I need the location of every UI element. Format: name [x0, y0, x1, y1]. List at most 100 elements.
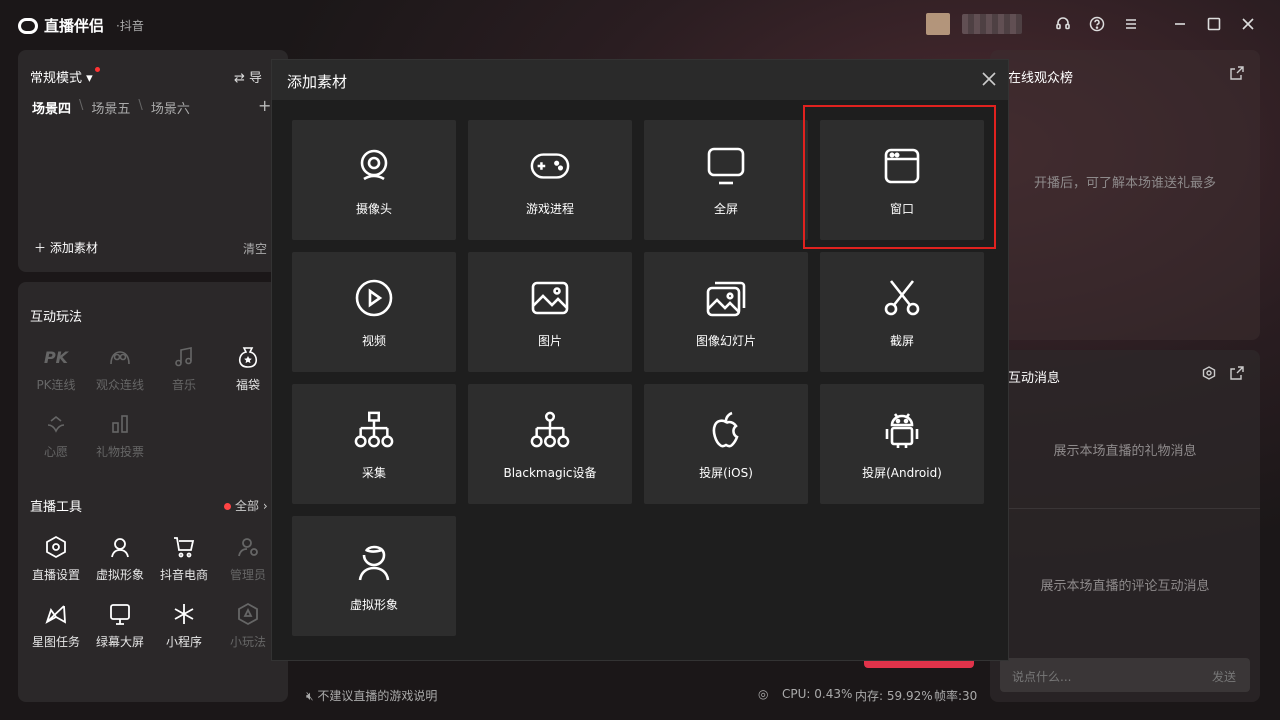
all-label: 全部 — [235, 499, 260, 513]
window-icon — [882, 146, 922, 186]
tile-slideshow[interactable]: 图像幻灯片 — [644, 252, 808, 372]
app-logo: 直播伴侣 ·抖音 — [18, 15, 144, 36]
avatar-icon — [107, 534, 133, 560]
audience-link-icon — [107, 344, 133, 370]
monitor-icon — [706, 146, 746, 186]
tab-separator: \ — [138, 98, 143, 113]
send-button[interactable]: 发送 — [1212, 668, 1236, 685]
item-label: 小程序 — [165, 635, 202, 649]
android-icon — [882, 410, 922, 450]
start-live-button[interactable] — [864, 660, 974, 668]
game-tip-link[interactable]: 🔇︎ 不建议直播的游戏说明 — [306, 687, 437, 704]
tile-screenshot[interactable]: 截屏 — [820, 252, 984, 372]
tile-virtual-avatar[interactable]: 虚拟形象 — [292, 516, 456, 636]
tile-label: 虚拟形象 — [349, 598, 398, 612]
live-settings-item[interactable]: 直播设置 — [24, 534, 88, 583]
user-avatar[interactable] — [926, 13, 950, 35]
ranking-title: 在线观众榜 — [1008, 71, 1074, 86]
add-material-button[interactable]: ＋ 添加素材 — [34, 239, 98, 256]
tile-blackmagic[interactable]: Blackmagic设备 — [468, 384, 632, 504]
tile-android-cast[interactable]: 投屏(Android) — [820, 384, 984, 504]
star-map-icon — [43, 601, 69, 627]
tab-scene-4[interactable]: 场景四 — [32, 98, 71, 117]
green-screen-item[interactable]: 绿幕大屏 — [88, 601, 152, 650]
popout-icon[interactable] — [1230, 366, 1244, 383]
dialog-close-icon[interactable] — [980, 70, 998, 88]
item-label: 绿幕大屏 — [95, 635, 144, 649]
play-icon — [354, 278, 394, 318]
tile-label: 窗口 — [889, 202, 914, 216]
chat-input[interactable]: 说点什么... 发送 — [1000, 658, 1250, 692]
menu-icon[interactable] — [1121, 14, 1141, 34]
memory-usage: 内存: 59.92% — [855, 689, 933, 703]
interactive-title: 互动玩法 — [30, 310, 83, 325]
virtual-avatar-item[interactable]: 虚拟形象 — [88, 534, 152, 583]
mini-program-icon — [171, 601, 197, 627]
lucky-bag-icon — [235, 344, 261, 370]
gift-vote-icon — [107, 411, 133, 437]
add-material-dialog: 添加素材 摄像头 游戏进程 全屏 窗口 视频 图片 图像幻灯片 截屏 采集 Bl… — [271, 59, 1009, 661]
perf-icon: ◎ — [758, 687, 769, 701]
camera-icon — [354, 146, 394, 186]
gamepad-icon — [530, 146, 570, 186]
add-scene-icon[interactable]: + — [258, 96, 271, 115]
tile-fullscreen[interactable]: 全屏 — [644, 120, 808, 240]
maximize-icon[interactable] — [1204, 14, 1224, 34]
audience-link-item[interactable]: 观众连线 — [88, 344, 152, 393]
tile-label: 摄像头 — [355, 202, 392, 216]
messages-panel: 互动消息 展示本场直播的礼物消息 展示本场直播的评论互动消息 说点什么... 发… — [990, 350, 1260, 702]
item-label: 管理员 — [229, 568, 266, 582]
wish-item[interactable]: 心愿 — [24, 411, 88, 460]
mini-program-item[interactable]: 小程序 — [152, 601, 216, 650]
tab-scene-6[interactable]: 场景六 — [151, 98, 190, 117]
item-label: 星图任务 — [31, 635, 80, 649]
tile-video[interactable]: 视频 — [292, 252, 456, 372]
logo-icon — [18, 17, 38, 34]
tile-ios-cast[interactable]: 投屏(iOS) — [644, 384, 808, 504]
live-settings-icon — [43, 534, 69, 560]
pk-link-item[interactable]: PK PK连线 — [24, 344, 88, 393]
popout-icon[interactable] — [1230, 66, 1244, 83]
tile-window[interactable]: 窗口 — [820, 120, 984, 240]
interactive-grid: PK PK连线 观众连线 音乐 福袋 心愿 礼物投票 — [24, 344, 280, 460]
scene-tabs: 场景四 \ 场景五 \ 场景六 — [32, 98, 190, 117]
music-item[interactable]: 音乐 — [152, 344, 216, 393]
tile-label: 图片 — [537, 334, 562, 348]
all-tools-link[interactable]: 全部 › — [224, 497, 268, 514]
blackmagic-icon — [530, 410, 570, 450]
slideshow-icon — [706, 278, 746, 318]
title-bar: 直播伴侣 ·抖音 — [0, 0, 1280, 48]
gift-vote-item[interactable]: 礼物投票 — [88, 411, 152, 460]
divider — [990, 508, 1260, 509]
tile-label: 全屏 — [713, 202, 738, 216]
chat-placeholder: 说点什么... — [1012, 670, 1072, 684]
tile-camera[interactable]: 摄像头 — [292, 120, 456, 240]
star-map-item[interactable]: 星图任务 — [24, 601, 88, 650]
item-label: 心愿 — [43, 445, 68, 459]
tile-label: 游戏进程 — [525, 202, 574, 216]
tile-game-process[interactable]: 游戏进程 — [468, 120, 632, 240]
mode-selector[interactable]: 常规模式 ▾ — [30, 67, 100, 86]
scene-panel: 常规模式 ▾ ⇄ 导 场景四 \ 场景五 \ 场景六 + ＋ 添加素材 清空 — [18, 50, 288, 272]
tile-capture[interactable]: 采集 — [292, 384, 456, 504]
douyin-shop-item[interactable]: 抖音电商 — [152, 534, 216, 583]
admin-icon — [235, 534, 261, 560]
image-icon — [530, 278, 570, 318]
guide-button[interactable]: ⇄ 导 — [234, 67, 262, 86]
close-icon[interactable] — [1238, 14, 1258, 34]
tile-image[interactable]: 图片 — [468, 252, 632, 372]
guide-label: 导 — [249, 71, 263, 86]
item-label: 抖音电商 — [159, 568, 208, 582]
help-icon[interactable] — [1087, 14, 1107, 34]
capture-icon — [354, 410, 394, 450]
clear-button[interactable]: 清空 — [243, 240, 267, 257]
tile-label: 采集 — [361, 466, 386, 480]
wish-icon — [43, 411, 69, 437]
headset-icon[interactable] — [1053, 14, 1073, 34]
settings-icon[interactable] — [1202, 366, 1216, 383]
tab-scene-5[interactable]: 场景五 — [91, 98, 130, 117]
app-name: 直播伴侣 — [44, 17, 105, 35]
messages-title: 互动消息 — [1008, 371, 1061, 386]
minimize-icon[interactable] — [1170, 14, 1190, 34]
user-name[interactable] — [962, 14, 1022, 34]
